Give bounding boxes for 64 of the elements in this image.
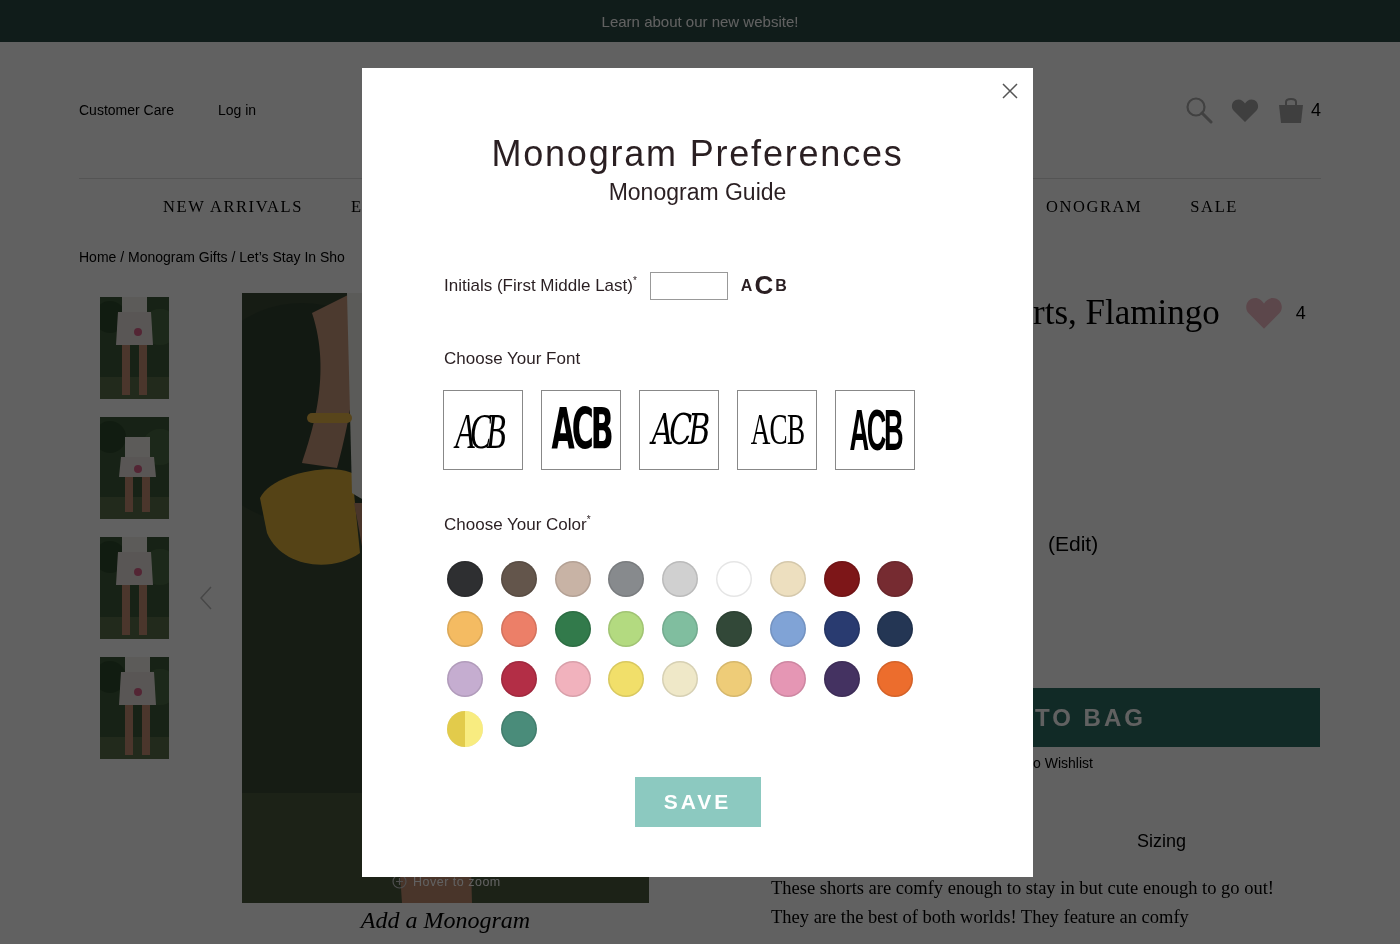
bag-count: 4 [1311, 99, 1321, 121]
font-option[interactable]: ACB [443, 390, 523, 470]
color-swatch[interactable] [769, 610, 806, 647]
color-swatch[interactable] [554, 610, 591, 647]
color-label: Choose Your Color$^{*}$ [444, 514, 592, 535]
wishlist-count: 4 [1295, 302, 1306, 324]
initials-label: Initials (First Middle Last)$^{*}$ [444, 275, 637, 296]
color-swatch[interactable] [716, 660, 752, 697]
save-button[interactable]: SAVE [634, 776, 761, 827]
color-swatch[interactable] [769, 560, 806, 597]
color-swatch[interactable] [554, 660, 591, 697]
announcement-link[interactable]: Learn about our new website! [601, 12, 799, 30]
color-swatch[interactable] [877, 660, 914, 697]
font-option[interactable]: ACB [639, 390, 719, 470]
color-swatch[interactable] [608, 560, 645, 597]
color-swatch[interactable] [608, 660, 645, 697]
nav-link[interactable]: SALE [1190, 197, 1238, 217]
heart-icon[interactable] [1243, 296, 1284, 330]
sizing-tab[interactable]: Sizing [1137, 831, 1320, 852]
color-swatch[interactable] [500, 610, 537, 647]
color-swatch[interactable] [447, 710, 483, 747]
close-icon[interactable] [1002, 83, 1018, 99]
color-swatch[interactable] [500, 560, 537, 597]
font-option[interactable]: ACB [541, 390, 621, 470]
nav-link[interactable]: E [351, 197, 363, 217]
color-swatch[interactable] [716, 560, 752, 597]
search-icon[interactable] [1185, 96, 1213, 124]
color-swatch[interactable] [823, 610, 860, 647]
monogram-caption[interactable]: Add a Monogram [242, 907, 649, 933]
color-swatch[interactable] [500, 660, 537, 697]
bag-icon[interactable] [1277, 96, 1305, 124]
edit-link[interactable]: (Edit) [1048, 532, 1320, 556]
color-swatch[interactable] [877, 560, 914, 597]
color-swatch[interactable] [447, 560, 483, 597]
color-swatch[interactable] [447, 610, 483, 647]
monogram-guide-link[interactable]: Monogram Guide [608, 176, 787, 208]
color-swatch[interactable] [662, 660, 699, 697]
color-swatch[interactable] [662, 560, 699, 597]
chevron-left-icon[interactable] [199, 586, 212, 610]
nav-link[interactable]: NEW ARRIVALS [163, 197, 304, 217]
header-link[interactable]: Customer Care [79, 102, 174, 118]
color-swatch[interactable] [447, 660, 483, 697]
color-swatch[interactable] [823, 560, 860, 597]
product-title: rts, Flamingo [1033, 293, 1220, 333]
add-to-bag-button[interactable]: TO BAG [1033, 688, 1320, 747]
color-swatch[interactable] [500, 710, 537, 747]
font-option[interactable]: ACB [737, 390, 817, 470]
nav-link[interactable]: ONOGRAM [1045, 197, 1143, 217]
font-label: Choose Your Font [444, 349, 582, 369]
color-swatch[interactable] [662, 610, 699, 647]
color-swatch[interactable] [769, 660, 806, 697]
heart-icon[interactable] [1231, 97, 1259, 123]
breadcrumb: Home / Monogram Gifts / Let’s Stay In Sho [79, 249, 346, 267]
initials-field[interactable] [649, 271, 728, 300]
font-option[interactable]: ACB [835, 390, 915, 470]
color-swatch[interactable] [554, 560, 591, 597]
color-swatch[interactable] [608, 610, 645, 647]
color-swatch[interactable] [823, 660, 860, 697]
color-swatch[interactable] [716, 610, 752, 647]
wishlist-link[interactable]: o Wishlist [1033, 755, 1320, 771]
color-swatch[interactable] [877, 610, 914, 647]
product-description: These shorts are comfy enough to stay in but cute enough to go out! They are the best of both worlds! They feature an comfy [771, 877, 1275, 929]
dialog-title: Monogram Preferences [490, 132, 905, 176]
header-link[interactable]: Log in [217, 102, 257, 118]
